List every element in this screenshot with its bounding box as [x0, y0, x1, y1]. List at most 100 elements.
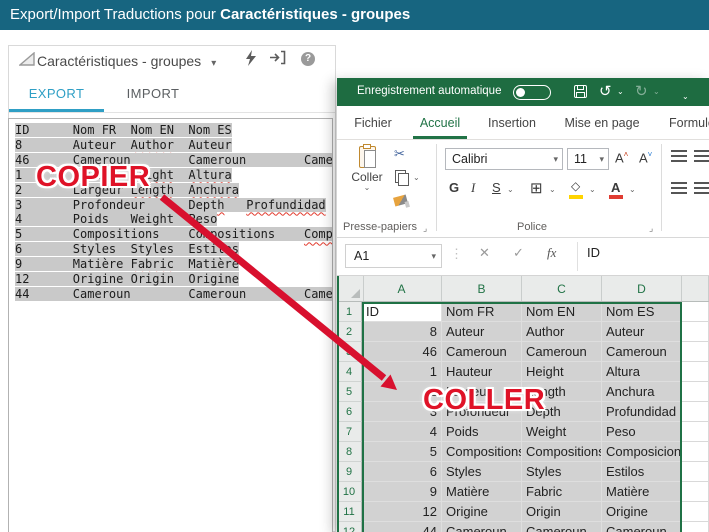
cell-C1[interactable]: Nom EN [522, 302, 602, 322]
bold-button[interactable]: G [449, 180, 459, 195]
row-number[interactable]: 3 [337, 342, 362, 362]
cell-D1[interactable]: Nom ES [602, 302, 682, 322]
paste-button[interactable]: Coller ⌄ [345, 144, 389, 222]
align-middle-icon[interactable] [694, 150, 709, 162]
cell-D6[interactable]: Profundidad [602, 402, 682, 422]
ribbon-tab-formules[interactable]: Formules [669, 106, 709, 139]
cell-D3[interactable]: Cameroun [602, 342, 682, 362]
tab-import[interactable]: IMPORT [113, 74, 193, 112]
cell-C9[interactable]: Styles [522, 462, 602, 482]
cell-C2[interactable]: Author [522, 322, 602, 342]
cell-B2[interactable]: Auteur [442, 322, 522, 342]
cell-E6[interactable] [682, 402, 709, 422]
align-left-icon[interactable] [671, 182, 687, 194]
cell-B1[interactable]: Nom FR [442, 302, 522, 322]
cell-C10[interactable]: Fabric [522, 482, 602, 502]
redo-icon[interactable]: ↻ [635, 82, 648, 100]
clipboard-dialog-launcher-icon[interactable]: ⌟ [423, 223, 427, 234]
cell-D8[interactable]: Composiciones [602, 442, 682, 462]
row-number[interactable]: 6 [337, 402, 362, 422]
name-box[interactable]: A1▾ [345, 244, 442, 268]
cell-C12[interactable]: Cameroun [522, 522, 602, 532]
cell-E11[interactable] [682, 502, 709, 522]
cell-A4[interactable]: 1 [362, 362, 442, 382]
cell-A7[interactable]: 4 [362, 422, 442, 442]
save-icon[interactable] [574, 85, 587, 98]
cell-A10[interactable]: 9 [362, 482, 442, 502]
ribbon-tab-mise-en-page[interactable]: Mise en page [557, 106, 647, 139]
borders-icon[interactable]: ⊞ [530, 179, 543, 197]
enter-icon[interactable]: ✓ [513, 245, 524, 261]
cell-E9[interactable] [682, 462, 709, 482]
copy-chevron-icon[interactable]: ⌄ [413, 174, 420, 182]
cell-E5[interactable] [682, 382, 709, 402]
cell-A2[interactable]: 8 [362, 322, 442, 342]
ribbon-tab-fichier[interactable]: Fichier [350, 106, 396, 139]
decrease-font-icon[interactable]: A˅ [639, 150, 652, 165]
cell-E3[interactable] [682, 342, 709, 362]
fill-chevron-icon[interactable]: ⌄ [589, 186, 596, 194]
cell-E2[interactable] [682, 322, 709, 342]
column-header-extra[interactable] [682, 276, 709, 301]
cell-D4[interactable]: Altura [602, 362, 682, 382]
cell-C7[interactable]: Weight [522, 422, 602, 442]
italic-button[interactable]: I [471, 180, 475, 196]
cell-C8[interactable]: Compositions [522, 442, 602, 462]
borders-chevron-icon[interactable]: ⌄ [549, 186, 556, 194]
select-all-corner[interactable] [339, 276, 364, 301]
cell-E10[interactable] [682, 482, 709, 502]
undo-chevron-icon[interactable]: ⌄ [617, 87, 624, 96]
font-color-icon[interactable]: A [611, 180, 620, 195]
row-number[interactable]: 11 [337, 502, 362, 522]
font-color-chevron-icon[interactable]: ⌄ [629, 186, 636, 194]
redo-chevron-icon[interactable]: ⌄ [653, 87, 660, 96]
cell-E1[interactable] [682, 302, 709, 322]
help-icon[interactable]: ? [301, 52, 315, 66]
underline-button[interactable]: S [492, 180, 501, 195]
cell-E4[interactable] [682, 362, 709, 382]
cell-E12[interactable] [682, 522, 709, 532]
refresh-button[interactable] [241, 50, 261, 70]
cell-A11[interactable]: 12 [362, 502, 442, 522]
cell-B3[interactable]: Cameroun [442, 342, 522, 362]
row-number[interactable]: 5 [337, 382, 362, 402]
align-center-icon[interactable] [694, 182, 709, 194]
cell-D12[interactable]: Cameroun [602, 522, 682, 532]
row-number[interactable]: 12 [337, 522, 362, 532]
cut-icon[interactable]: ✂ [394, 146, 405, 162]
cell-A8[interactable]: 5 [362, 442, 442, 462]
font-size-select[interactable]: 11▾ [567, 148, 609, 170]
cell-A9[interactable]: 6 [362, 462, 442, 482]
cell-B9[interactable]: Styles [442, 462, 522, 482]
cell-A12[interactable]: 44 [362, 522, 442, 532]
cell-E7[interactable] [682, 422, 709, 442]
cell-B7[interactable]: Poids [442, 422, 522, 442]
column-header-A[interactable]: A [362, 276, 442, 301]
column-header-B[interactable]: B [442, 276, 522, 301]
autosave-toggle[interactable] [513, 85, 551, 100]
formula-input[interactable]: ID [587, 245, 600, 260]
row-number[interactable]: 10 [337, 482, 362, 502]
export-action-button[interactable] [267, 50, 287, 70]
cell-B10[interactable]: Matière [442, 482, 522, 502]
format-painter-icon[interactable] [393, 194, 408, 206]
cell-E8[interactable] [682, 442, 709, 462]
cell-D7[interactable]: Peso [602, 422, 682, 442]
tab-export[interactable]: EXPORT [9, 74, 104, 112]
ribbon-tab-insertion[interactable]: Insertion [483, 106, 541, 139]
cell-C4[interactable]: Height [522, 362, 602, 382]
column-header-D[interactable]: D [602, 276, 682, 301]
font-dialog-launcher-icon[interactable]: ⌟ [649, 223, 653, 234]
row-number[interactable]: 8 [337, 442, 362, 462]
fill-color-icon[interactable]: ◇ [571, 179, 580, 193]
align-top-icon[interactable] [671, 150, 687, 162]
row-number[interactable]: 1 [337, 302, 362, 322]
row-number[interactable]: 4 [337, 362, 362, 382]
copy-icon[interactable] [395, 170, 406, 183]
cell-B11[interactable]: Origine [442, 502, 522, 522]
cell-B12[interactable]: Cameroun [442, 522, 522, 532]
cell-C3[interactable]: Cameroun [522, 342, 602, 362]
cell-C11[interactable]: Origin [522, 502, 602, 522]
undo-icon[interactable]: ↺ [599, 82, 612, 100]
row-number[interactable]: 2 [337, 322, 362, 342]
